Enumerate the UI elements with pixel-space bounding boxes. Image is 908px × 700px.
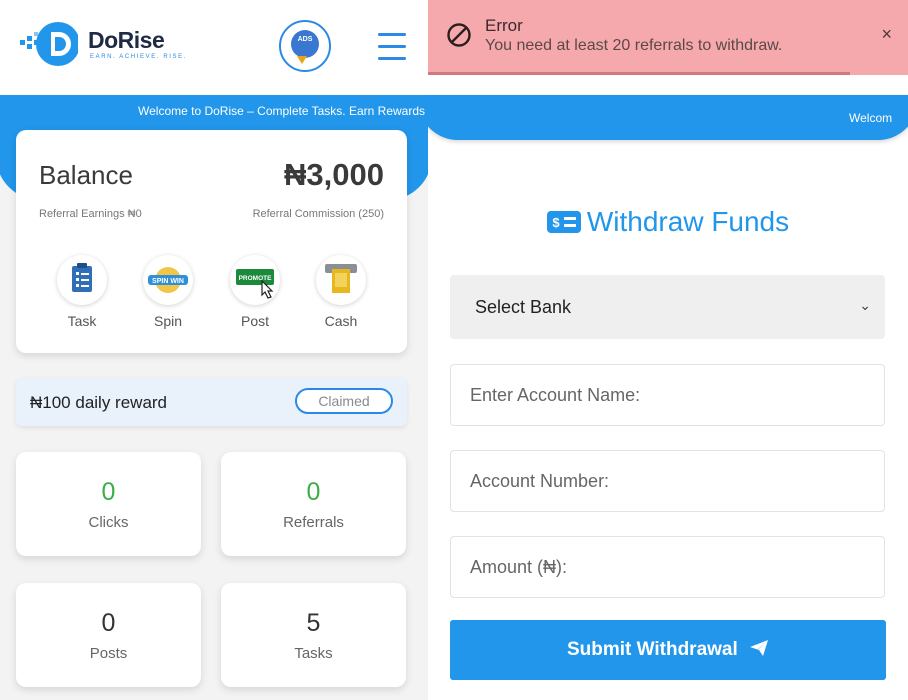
stat-card-clicks: 0 Clicks xyxy=(16,452,201,556)
account-name-field[interactable] xyxy=(450,364,885,426)
dorise-logo-icon xyxy=(20,22,78,66)
paper-plane-icon xyxy=(750,640,769,656)
stat-value: 0 xyxy=(101,478,116,506)
spin-win-icon: SPIN WIN xyxy=(143,255,193,305)
account-number-field[interactable] xyxy=(450,450,885,512)
account-name-input[interactable] xyxy=(451,365,884,425)
stat-value: 5 xyxy=(306,609,321,637)
bank-select[interactable]: Select Bank ⌄ xyxy=(450,275,885,339)
amount-field[interactable] xyxy=(450,536,885,598)
money-icon: $ xyxy=(546,211,581,233)
app-header: DoRise EARN. ACHIEVE. RISE. ADS xyxy=(0,0,428,95)
stat-label: Posts xyxy=(89,645,128,662)
stat-card-posts: 0 Posts xyxy=(16,583,201,687)
toast-message: You need at least 20 referrals to withdr… xyxy=(485,37,783,54)
stat-card-tasks: 5 Tasks xyxy=(221,583,406,687)
ads-icon: ADS xyxy=(291,30,319,58)
referral-commission: Referral Commission (250) xyxy=(252,208,384,220)
svg-text:PROMOTE: PROMOTE xyxy=(239,275,273,282)
claimed-button[interactable]: Claimed xyxy=(295,388,393,414)
account-number-input[interactable] xyxy=(451,451,884,511)
welcome-marquee: Welcome to DoRise – Complete Tasks. Earn… xyxy=(138,104,426,118)
welcome-banner-right: Welcom xyxy=(428,95,908,140)
submit-withdrawal-button[interactable]: Submit Withdrawal xyxy=(450,620,886,680)
dashboard-screen: Welcome to DoRise – Complete Tasks. Earn… xyxy=(0,0,428,700)
svg-text:SPIN WIN: SPIN WIN xyxy=(152,278,184,285)
cash-icon xyxy=(316,255,366,305)
spin-action[interactable]: SPIN WIN Spin xyxy=(140,255,196,329)
balance-value: ₦3,000 xyxy=(284,157,384,192)
amount-input[interactable] xyxy=(451,537,884,597)
ads-badge-button[interactable]: ADS xyxy=(279,20,331,72)
stat-card-referrals: 0 Referrals xyxy=(221,452,406,556)
brand-tagline: EARN. ACHIEVE. RISE. xyxy=(90,54,188,60)
submit-withdrawal-label: Submit Withdrawal xyxy=(566,639,738,660)
clipboard-icon xyxy=(57,255,107,305)
withdraw-screen: Welcom $ Withdraw Funds Select Bank ⌄ Su… xyxy=(428,0,908,700)
hamburger-menu-icon[interactable] xyxy=(378,33,406,61)
promote-icon: PROMOTE xyxy=(230,255,280,305)
withdraw-title-text: Withdraw Funds xyxy=(586,206,790,237)
stat-label: Clicks xyxy=(88,514,129,531)
welcome-marquee-right: Welcom xyxy=(849,111,893,125)
referral-earnings: Referral Earnings ₦0 xyxy=(39,208,142,220)
task-action[interactable]: Task xyxy=(54,255,110,329)
stat-label: Tasks xyxy=(294,645,333,662)
bank-select-value: Select Bank xyxy=(475,297,572,317)
ads-pointer-icon xyxy=(297,56,307,64)
toast-title: Error xyxy=(485,16,523,35)
withdraw-title: $ Withdraw Funds xyxy=(428,206,908,238)
close-icon[interactable]: × xyxy=(881,24,892,45)
stat-value: 0 xyxy=(306,478,321,506)
daily-reward-bar: ₦100 daily reward Claimed xyxy=(16,378,407,426)
chevron-down-icon: ⌄ xyxy=(859,297,871,313)
toast-progress-bar xyxy=(428,72,850,75)
error-toast: Error You need at least 20 referrals to … xyxy=(428,0,908,75)
post-action[interactable]: PROMOTE Post xyxy=(227,255,283,329)
cash-action[interactable]: Cash xyxy=(313,255,369,329)
blocked-icon xyxy=(447,23,471,47)
stat-label: Referrals xyxy=(283,514,344,531)
brand-name: DoRise xyxy=(88,27,165,53)
svg-text:$: $ xyxy=(552,215,560,230)
balance-label: Balance xyxy=(39,160,133,190)
balance-card: Balance ₦3,000 Referral Earnings ₦0 Refe… xyxy=(16,130,407,353)
daily-reward-text: ₦100 daily reward xyxy=(30,393,168,412)
stat-value: 0 xyxy=(101,609,116,637)
